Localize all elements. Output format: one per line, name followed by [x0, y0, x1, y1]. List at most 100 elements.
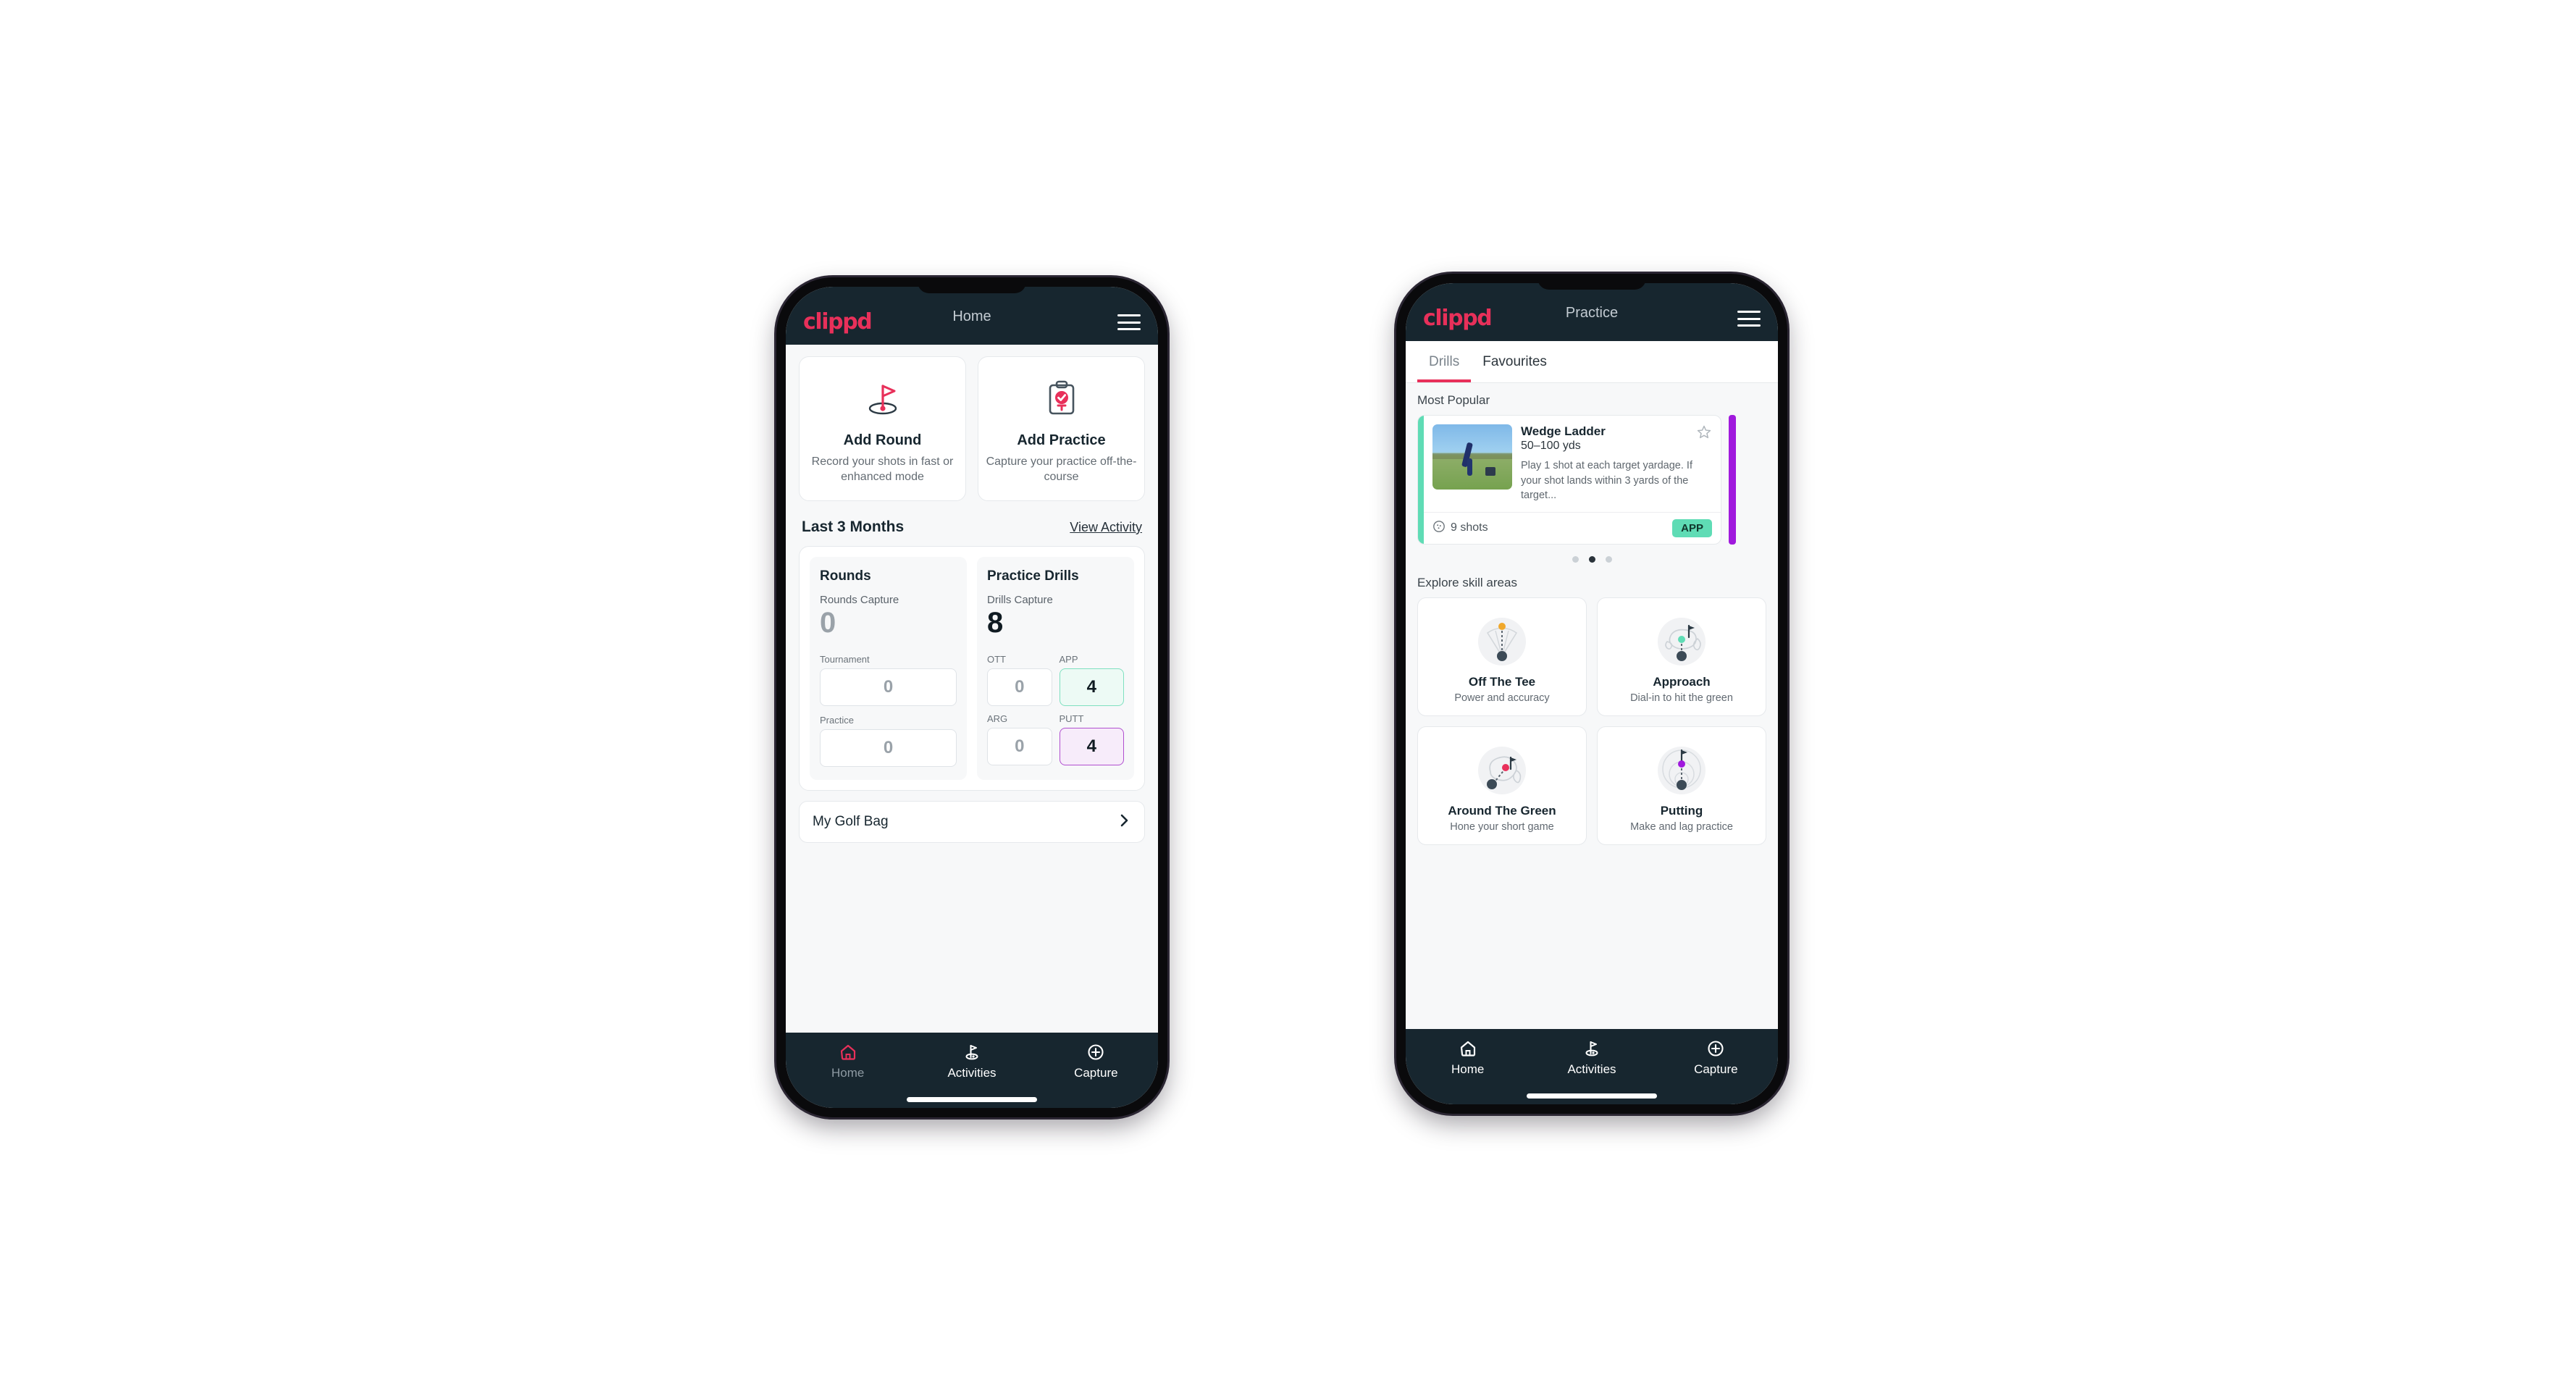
- star-outline-icon[interactable]: [1696, 424, 1712, 444]
- drill-card-wedge-ladder[interactable]: Wedge Ladder 50–100 yds Play 1 shot at e…: [1417, 415, 1721, 545]
- putt-field: PUTT 4: [1059, 713, 1124, 765]
- golf-flag-icon: [965, 1044, 978, 1060]
- skill-areas-grid: Off The Tee Power and accuracy Approach …: [1417, 597, 1766, 845]
- tab-favourites[interactable]: Favourites: [1471, 341, 1558, 382]
- app-bar-home: clippd Home: [786, 287, 1158, 345]
- putting-rings-icon: [1651, 737, 1712, 801]
- my-golf-bag-label: My Golf Bag: [813, 814, 889, 829]
- tournament-value[interactable]: 0: [820, 668, 957, 706]
- last-3-months-header: Last 3 Months View Activity: [799, 518, 1145, 536]
- phone-mockup-home: clippd Home Add Round Record your shots …: [776, 277, 1167, 1117]
- practice-drills-column: Practice Drills Drills Capture 8 OTT 0 A…: [977, 557, 1134, 780]
- explore-skill-areas-label: Explore skill areas: [1417, 575, 1517, 589]
- nav-item-capture[interactable]: Capture: [1654, 1039, 1778, 1077]
- carousel-dot[interactable]: [1605, 555, 1612, 563]
- nav-label-home: Home: [1451, 1062, 1485, 1076]
- hamburger-menu-icon[interactable]: [1117, 314, 1141, 330]
- add-practice-subtitle: Capture your practice off-the-course: [986, 455, 1137, 484]
- tab-drills[interactable]: Drills: [1417, 341, 1472, 382]
- skill-name: Approach: [1653, 674, 1711, 689]
- add-round-subtitle: Record your shots in fast or enhanced mo…: [811, 455, 954, 484]
- add-practice-card[interactable]: Add Practice Capture your practice off-t…: [978, 356, 1145, 501]
- shots-circle-icon: [1432, 520, 1446, 537]
- tournament-label: Tournament: [820, 654, 870, 665]
- nav-item-activities[interactable]: Activities: [1530, 1039, 1653, 1077]
- rounds-column: Rounds Rounds Capture 0 Tournament 0 Pra…: [810, 557, 967, 780]
- golf-flag-icon: [862, 371, 904, 425]
- carousel-dot-active[interactable]: [1588, 555, 1595, 563]
- section-title: Last 3 Months: [802, 518, 905, 535]
- app-value[interactable]: 4: [1059, 668, 1124, 706]
- drill-accent-bar: [1418, 416, 1424, 544]
- carousel-dot[interactable]: [1572, 555, 1579, 563]
- ott-label: OTT: [987, 654, 1006, 665]
- phone-notch: [1537, 274, 1646, 290]
- tournament-field: Tournament 0: [820, 654, 957, 706]
- rounds-heading: Rounds: [820, 568, 871, 584]
- skill-name: Putting: [1660, 803, 1703, 818]
- nav-label-capture: Capture: [1074, 1066, 1118, 1080]
- carousel-dots[interactable]: [1417, 555, 1766, 563]
- nav-label-activities: Activities: [1567, 1062, 1616, 1076]
- stats-card: Rounds Rounds Capture 0 Tournament 0 Pra…: [799, 546, 1145, 791]
- drill-description: Play 1 shot at each target yardage. If y…: [1521, 460, 1692, 502]
- drill-carousel[interactable]: Wedge Ladder 50–100 yds Play 1 shot at e…: [1417, 415, 1766, 545]
- nav-item-activities[interactable]: Activities: [910, 1043, 1033, 1080]
- skill-subtitle: Power and accuracy: [1454, 692, 1550, 704]
- add-round-card[interactable]: Add Round Record your shots in fast or e…: [799, 356, 966, 501]
- view-activity-link[interactable]: View Activity: [1070, 520, 1142, 535]
- home-indicator: [1527, 1093, 1657, 1099]
- clippd-logo[interactable]: clippd: [1423, 308, 1493, 329]
- skill-subtitle: Make and lag practice: [1630, 820, 1733, 833]
- putt-value[interactable]: 4: [1059, 728, 1124, 765]
- rounds-capture-label: Rounds Capture: [820, 594, 899, 606]
- skill-card-off-the-tee[interactable]: Off The Tee Power and accuracy: [1417, 597, 1587, 716]
- bottom-nav-home: Home Activities Capture: [786, 1033, 1158, 1108]
- nav-label-capture: Capture: [1694, 1062, 1738, 1076]
- home-screen-content: Add Round Record your shots in fast or e…: [786, 345, 1158, 1033]
- app-field: APP 4: [1059, 654, 1124, 706]
- arg-label: ARG: [987, 713, 1008, 724]
- skill-card-around-the-green[interactable]: Around The Green Hone your short game: [1417, 726, 1587, 845]
- arg-field: ARG 0: [987, 713, 1052, 765]
- drill-thumbnail: [1432, 424, 1512, 490]
- ott-value[interactable]: 0: [987, 668, 1052, 706]
- skill-card-putting[interactable]: Putting Make and lag practice: [1597, 726, 1766, 845]
- add-round-title: Add Round: [843, 432, 922, 448]
- phone-notch: [918, 277, 1026, 293]
- arg-value[interactable]: 0: [987, 728, 1052, 765]
- drills-capture-value: 8: [987, 607, 1004, 639]
- bottom-nav-practice: Home Activities Capture: [1406, 1029, 1778, 1104]
- drill-title: Wedge Ladder: [1521, 424, 1606, 438]
- home-indicator: [907, 1097, 1037, 1102]
- app-bar-practice: clippd Practice: [1406, 283, 1778, 341]
- tab-favourites-label: Favourites: [1482, 353, 1547, 369]
- chip-green-icon: [1472, 737, 1532, 801]
- rounds-capture-value: 0: [820, 607, 836, 639]
- screenshot-canvas: clippd Home Add Round Record your shots …: [0, 0, 2576, 1386]
- drills-heading: Practice Drills: [987, 568, 1079, 584]
- nav-label-home: Home: [831, 1066, 865, 1080]
- home-icon: [1460, 1041, 1475, 1057]
- drill-card-next-peek[interactable]: [1729, 415, 1736, 545]
- plus-circle-icon: [1088, 1044, 1104, 1060]
- skill-card-approach[interactable]: Approach Dial-in to hit the green: [1597, 597, 1766, 716]
- skill-subtitle: Hone your short game: [1450, 820, 1554, 833]
- nav-item-home[interactable]: Home: [786, 1043, 910, 1080]
- plus-circle-icon: [1708, 1041, 1724, 1057]
- hamburger-menu-icon[interactable]: [1737, 311, 1761, 327]
- nav-item-capture[interactable]: Capture: [1034, 1043, 1158, 1080]
- clippd-logo[interactable]: clippd: [803, 311, 873, 333]
- tee-fan-icon: [1472, 608, 1532, 672]
- drill-shots-count: 9 shots: [1451, 521, 1488, 534]
- golf-flag-icon: [1585, 1041, 1598, 1057]
- skill-name: Off The Tee: [1468, 674, 1536, 689]
- ott-field: OTT 0: [987, 654, 1052, 706]
- practice-value[interactable]: 0: [820, 729, 957, 767]
- clipboard-check-icon: [1041, 371, 1083, 425]
- most-popular-label: Most Popular: [1417, 393, 1490, 407]
- nav-item-home[interactable]: Home: [1406, 1039, 1530, 1077]
- my-golf-bag-row[interactable]: My Golf Bag: [799, 801, 1145, 843]
- practice-screen-content: Most Popular Wedge Ladder 50–100 yds Pla…: [1406, 383, 1778, 1029]
- phone-mockup-practice: clippd Practice Drills Favourites Most P…: [1396, 274, 1787, 1114]
